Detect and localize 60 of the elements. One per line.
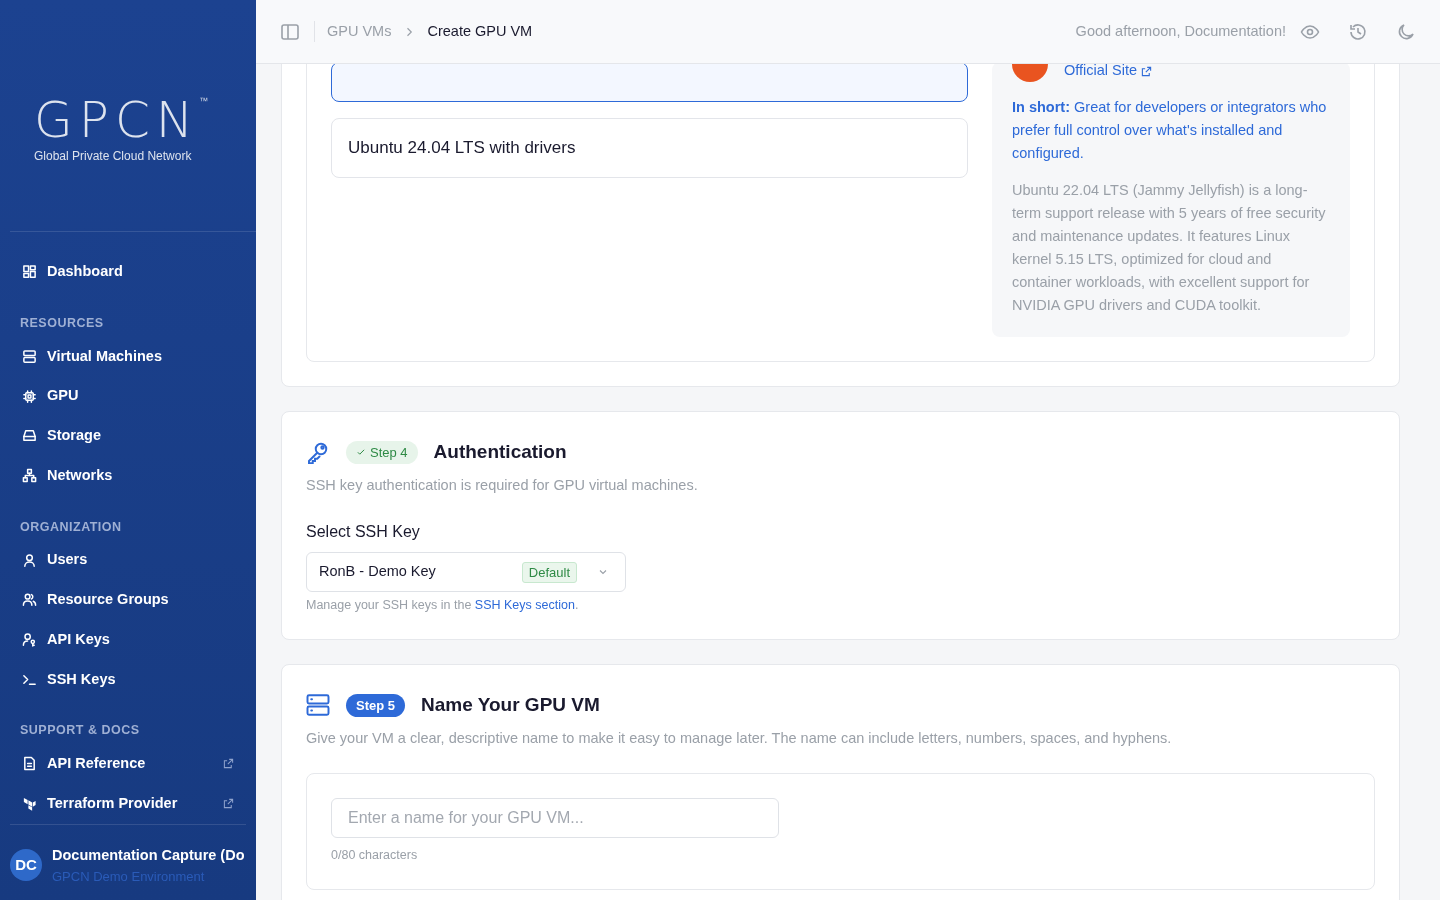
history-icon[interactable] bbox=[1348, 21, 1368, 42]
step-badge: Step 4 bbox=[346, 440, 418, 464]
step-title: Name Your GPU VM bbox=[421, 693, 600, 717]
nav-link[interactable]: GPU bbox=[10, 376, 246, 416]
user-subtitle: GPCN Demo Environment bbox=[52, 867, 206, 886]
server-icon bbox=[306, 693, 330, 718]
default-tag: Default bbox=[521, 561, 577, 583]
os-option[interactable]: Ubuntu 24.04 LTS with drivers bbox=[331, 118, 968, 178]
section-heading: ORGANIZATION bbox=[19, 518, 123, 536]
ssh-key-select[interactable]: RonB - Demo Key Default bbox=[306, 552, 626, 593]
user-key-icon bbox=[22, 632, 37, 648]
os-option[interactable] bbox=[331, 64, 968, 102]
key-icon bbox=[306, 440, 330, 465]
external-link-icon bbox=[1141, 65, 1153, 77]
nav-link[interactable]: API Reference bbox=[10, 744, 246, 784]
moon-icon[interactable] bbox=[1396, 21, 1416, 42]
user-icon bbox=[22, 552, 37, 568]
nav-link[interactable]: API Keys bbox=[10, 619, 246, 660]
nav-link[interactable]: Storage bbox=[10, 416, 246, 456]
help-text: Manage your SSH keys in the SSH Keys section. bbox=[306, 597, 580, 615]
check-icon bbox=[356, 447, 366, 458]
select-value: RonB - Demo Key bbox=[319, 562, 436, 582]
network-icon bbox=[22, 468, 37, 484]
external-link-icon bbox=[223, 798, 234, 810]
chip-icon bbox=[22, 388, 37, 404]
official-site-link[interactable]: Official Site bbox=[1064, 64, 1153, 82]
grid-icon bbox=[22, 264, 37, 280]
ssh-keys-link[interactable]: SSH Keys section bbox=[474, 598, 575, 613]
section-heading: RESOURCES bbox=[19, 314, 105, 332]
external-link-icon bbox=[223, 758, 234, 770]
os-summary: In short: Great for developers or integrators who prefer full control over what's installed and configured. bbox=[1012, 98, 1328, 163]
terraform-icon bbox=[22, 796, 37, 812]
nav-link[interactable]: Dashboard bbox=[10, 252, 246, 292]
field-label: Select SSH Key bbox=[306, 522, 421, 543]
logo-tagline: Global Private Cloud Network bbox=[34, 147, 193, 165]
step-description: SSH key authentication is required for GPU virtual machines. bbox=[306, 475, 699, 495]
section-heading: SUPPORT & DOCS bbox=[19, 722, 141, 740]
nav-link[interactable]: Users bbox=[10, 540, 246, 580]
logo-wordmark: GPCN bbox=[34, 90, 200, 149]
step-title: Authentication bbox=[433, 440, 567, 464]
greeting-text: Good afternoon, Documentation! bbox=[1075, 21, 1286, 41]
sidebar-toggle-icon[interactable] bbox=[280, 21, 300, 42]
breadcrumb-current: Create GPU VM bbox=[427, 21, 533, 41]
nav-link[interactable]: Resource Groups bbox=[10, 580, 246, 620]
nav-link[interactable]: Virtual Machines bbox=[10, 336, 246, 377]
user-avatar[interactable]: DC bbox=[10, 849, 42, 882]
nav-link[interactable]: Networks bbox=[10, 455, 246, 496]
users-icon bbox=[22, 592, 37, 608]
nav-link[interactable]: Terraform Provider bbox=[10, 783, 246, 824]
drive-icon bbox=[22, 428, 37, 444]
step-description: Give your VM a clear, descriptive name to make it easy to manage later. The name can include letters, numbers, spaces, and hyphens. bbox=[306, 728, 1173, 748]
character-counter: 0/80 characters bbox=[331, 847, 419, 865]
step-badge: Step 5 bbox=[346, 693, 405, 717]
os-description: Ubuntu 22.04 LTS (Jammy Jellyfish) is a long-term support release with 5 years of free security and maintenance updates. It features Linux kernel 5.15 LTS, optimized for cloud and container workloads, with excellent support for NVIDIA GPU drivers and CUDA toolkit. bbox=[1012, 181, 1327, 315]
user-name: Documentation Capture (Do bbox=[52, 845, 245, 865]
document-icon bbox=[22, 756, 37, 772]
nav-link[interactable]: SSH Keys bbox=[10, 659, 246, 700]
server-icon bbox=[22, 348, 37, 364]
vm-name-input[interactable]: Enter a name for your GPU VM... bbox=[331, 798, 779, 839]
trademark-symbol: ™ bbox=[199, 95, 209, 106]
